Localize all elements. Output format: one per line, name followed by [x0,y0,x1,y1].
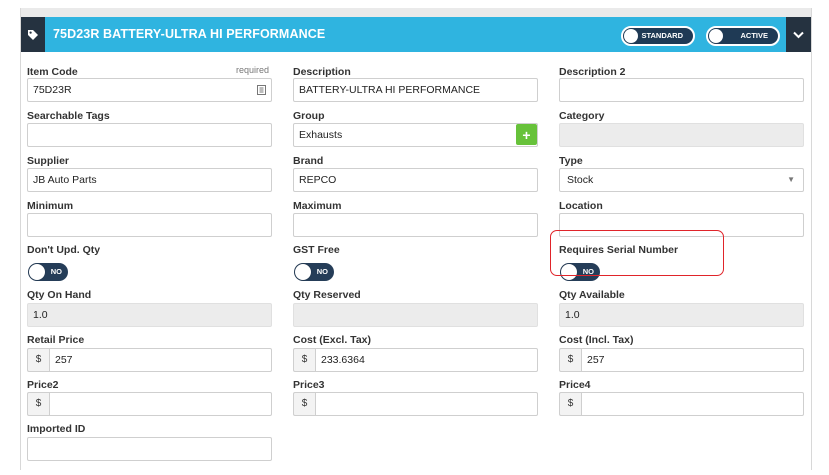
qty-reserved-input [293,303,538,327]
searchable-tags-input[interactable] [27,123,272,147]
supplier-label: Supplier [27,155,70,167]
standard-toggle[interactable]: STANDARD [621,26,695,46]
toggle-state: NO [50,267,62,276]
price4-label: Price4 [559,379,591,391]
toggle-knob [709,29,723,43]
chevron-down-icon [793,31,804,38]
currency-prefix: $ [293,348,315,372]
toggle-knob [295,264,311,280]
location-label: Location [559,200,603,212]
price3-input[interactable] [315,392,538,416]
currency-prefix: $ [27,392,49,416]
tag-icon [21,17,45,52]
qty-on-hand-label: Qty On Hand [27,289,92,301]
currency-prefix: $ [559,348,581,372]
cost-incl-input[interactable]: 257 [581,348,804,372]
barcode-icon[interactable] [257,85,266,95]
minimum-input[interactable] [27,213,272,237]
description-label: Description [293,66,351,78]
price2-input[interactable] [49,392,272,416]
category-label: Category [559,110,605,122]
dont-upd-qty-label: Don't Upd. Qty [27,244,101,256]
qty-available-label: Qty Available [559,289,625,301]
price2-label: Price2 [27,379,59,391]
maximum-input[interactable] [293,213,538,237]
standard-label: STANDARD [641,31,683,40]
category-input [559,123,804,147]
group-input[interactable]: Exhausts [293,123,538,147]
brand-input[interactable]: REPCO [293,168,538,192]
cost-excl-input[interactable]: 233.6364 [315,348,538,372]
brand-label: Brand [293,155,324,167]
item-panel: 75D23R BATTERY-ULTRA HI PERFORMANCE STAN… [20,8,812,470]
price4-input[interactable] [581,392,804,416]
active-label: ACTIVE [740,31,768,40]
toggle-knob [624,29,638,43]
type-select[interactable]: Stock ▼ [559,168,804,192]
currency-prefix: $ [27,348,49,372]
group-label: Group [293,110,325,122]
description2-label: Description 2 [559,66,626,78]
collapse-button[interactable] [786,17,811,52]
searchable-tags-label: Searchable Tags [27,110,110,122]
type-label: Type [559,155,583,167]
active-toggle[interactable]: ACTIVE [706,26,780,46]
cost-incl-label: Cost (Incl. Tax) [559,334,634,346]
imported-id-input[interactable] [27,437,272,461]
toggle-state: NO [316,267,328,276]
highlight-annotation [550,230,724,276]
gst-free-toggle[interactable]: NO [294,263,334,281]
item-code-input[interactable]: 75D23R [27,78,272,102]
description2-input[interactable] [559,78,804,102]
item-code-label: Item Code [27,66,78,78]
price3-label: Price3 [293,379,325,391]
maximum-label: Maximum [293,200,342,212]
required-indicator: required [236,65,270,75]
currency-prefix: $ [559,392,581,416]
item-title: 75D23R BATTERY-ULTRA HI PERFORMANCE [53,27,326,41]
dont-upd-qty-toggle[interactable]: NO [28,263,68,281]
add-group-button[interactable]: + [516,124,537,145]
qty-available-input: 1.0 [559,303,804,327]
caret-down-icon: ▼ [787,175,795,184]
retail-price-input[interactable]: 257 [49,348,272,372]
retail-price-label: Retail Price [27,334,85,346]
currency-prefix: $ [293,392,315,416]
supplier-input[interactable]: JB Auto Parts [27,168,272,192]
cost-excl-label: Cost (Excl. Tax) [293,334,371,346]
type-selected-value: Stock [567,174,594,186]
minimum-label: Minimum [27,200,74,212]
item-header: 75D23R BATTERY-ULTRA HI PERFORMANCE STAN… [21,17,811,52]
gst-free-label: GST Free [293,244,340,256]
imported-id-label: Imported ID [27,423,86,435]
qty-on-hand-input: 1.0 [27,303,272,327]
item-form: Item Code required 75D23R Description BA… [21,52,811,470]
description-input[interactable]: BATTERY-ULTRA HI PERFORMANCE [293,78,538,102]
qty-reserved-label: Qty Reserved [293,289,361,301]
toggle-knob [29,264,45,280]
